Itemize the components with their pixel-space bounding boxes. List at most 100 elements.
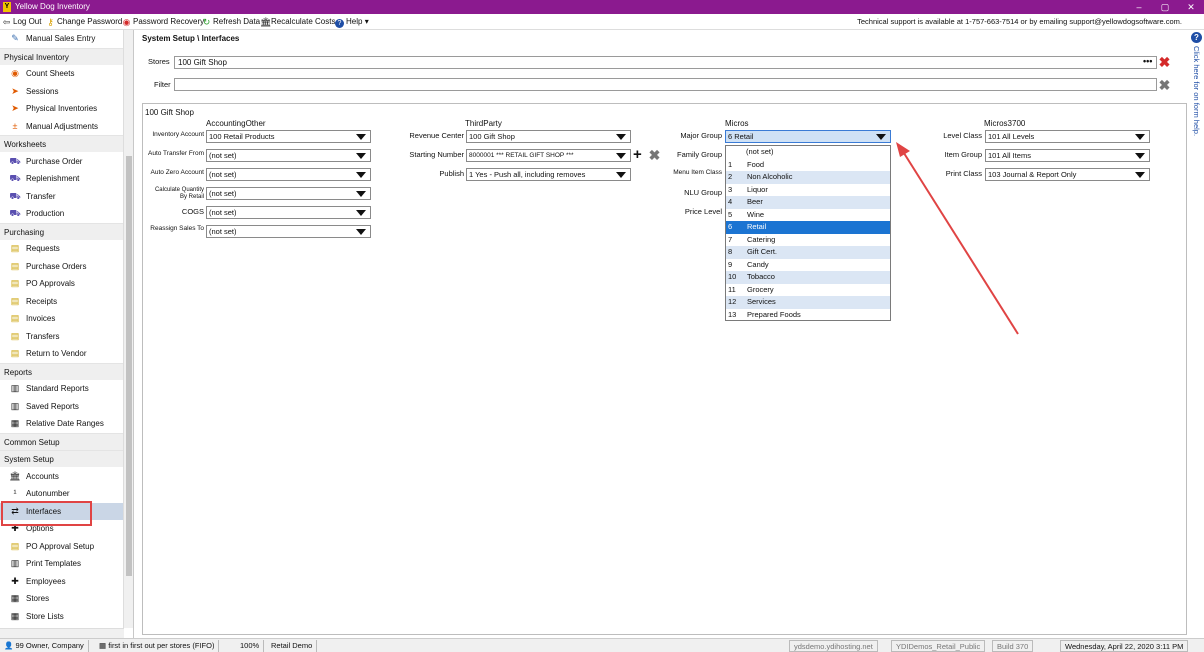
dropdown-option[interactable]: 13 Prepared Foods bbox=[726, 309, 890, 322]
remove-icon[interactable]: ✖ bbox=[648, 148, 661, 162]
sidebar-item-label: Production bbox=[26, 209, 65, 218]
sidebar-item-label: Store Lists bbox=[26, 611, 64, 621]
sidebar-item-return-to-vendor[interactable]: ▤ Return to Vendor bbox=[0, 345, 124, 362]
sidebar-item-print-templates[interactable]: ▥ Print Templates bbox=[0, 555, 124, 572]
sidebar-item-purchase-orders[interactable]: ▤ Purchase Orders bbox=[0, 258, 124, 275]
logout-button[interactable]: ⇦ Log Out bbox=[2, 16, 42, 28]
sidebar-scroll-thumb[interactable] bbox=[126, 156, 132, 576]
option-number: 7 bbox=[728, 234, 733, 244]
family-group-label: Family Group bbox=[676, 150, 722, 159]
sidebar-section-purchasing[interactable]: Purchasing bbox=[0, 222, 124, 240]
sidebar-item-standard-reports[interactable]: ▥ Standard Reports bbox=[0, 380, 124, 397]
chevron-down-icon bbox=[1135, 134, 1145, 140]
help-menu-button[interactable]: ? Help ▾ bbox=[335, 16, 369, 28]
sidebar-item-transfer[interactable]: ⛟ Transfer bbox=[0, 188, 124, 205]
close-window-button[interactable]: ✕ bbox=[1178, 0, 1204, 14]
sidebar-item-sessions[interactable]: ➤ Sessions bbox=[0, 83, 124, 100]
sidebar-section-physical-inventory[interactable]: Physical Inventory bbox=[0, 47, 124, 65]
sidebar-item-po-approval-setup[interactable]: ▤ PO Approval Setup bbox=[0, 538, 124, 555]
calc-quantity-select[interactable]: (not set) bbox=[206, 187, 371, 200]
publish-select[interactable]: 1 Yes - Push all, including removes bbox=[466, 168, 631, 181]
sidebar-item-relative-date-ranges[interactable]: ▦ Relative Date Ranges bbox=[0, 415, 124, 432]
dropdown-option[interactable]: 2 Non Alcoholic bbox=[726, 171, 890, 184]
sidebar-item-accounts[interactable]: 🏛 Accounts bbox=[0, 468, 124, 485]
sidebar-item-manual-sales-entry[interactable]: ✎ Manual Sales Entry bbox=[0, 30, 124, 47]
filter-field[interactable] bbox=[174, 78, 1157, 91]
filter-label: Filter bbox=[154, 80, 171, 89]
sidebar-item-purchase-order[interactable]: ⛟ Purchase Order bbox=[0, 153, 124, 170]
sidebar-horizontal-scrollbar[interactable] bbox=[0, 628, 124, 638]
dropdown-option[interactable]: 6 Retail bbox=[726, 221, 890, 234]
chevron-down-icon bbox=[1135, 172, 1145, 178]
auto-transfer-select[interactable]: (not set) bbox=[206, 149, 371, 162]
sidebar-item-replenishment[interactable]: ⛟ Replenishment bbox=[0, 170, 124, 187]
sidebar-item-label: Receipts bbox=[26, 296, 58, 306]
sidebar-item-label: Autonumber bbox=[26, 489, 70, 498]
password-recovery-button[interactable]: ◉ Password Recovery bbox=[122, 16, 205, 28]
clear-stores-icon[interactable]: ✖ bbox=[1158, 55, 1171, 69]
starting-number-label: Starting Number bbox=[409, 150, 464, 159]
sidebar-item-autonumber[interactable]: ¹ Autonumber bbox=[0, 485, 124, 502]
clear-filter-icon[interactable]: ✖ bbox=[1158, 78, 1171, 92]
sidebar-item-employees[interactable]: ✚ Employees bbox=[0, 573, 124, 590]
dropdown-option[interactable]: 8 Gift Cert. bbox=[726, 246, 890, 259]
minimize-button[interactable]: – bbox=[1126, 0, 1152, 14]
sidebar-item-label: PO Approvals bbox=[26, 279, 75, 288]
support-text: Technical support is available at 1-757-… bbox=[857, 17, 1182, 26]
status-database: Retail Demo bbox=[267, 640, 318, 652]
dropdown-option[interactable]: 5 Wine bbox=[726, 209, 890, 222]
maximize-button[interactable]: ▢ bbox=[1152, 0, 1178, 14]
status-instance: YDIDemos_Retail_Public bbox=[891, 640, 986, 652]
sidebar-item-stores[interactable]: ▦ Stores bbox=[0, 590, 124, 607]
sidebar-item-manual-adjustments[interactable]: ± Manual Adjustments bbox=[0, 118, 124, 135]
sidebar-item-po-approvals[interactable]: ▤ PO Approvals bbox=[0, 275, 124, 292]
dropdown-option[interactable]: 7 Catering bbox=[726, 234, 890, 247]
sidebar-item-label: Replenishment bbox=[26, 174, 80, 183]
dropdown-option[interactable]: 11 Grocery bbox=[726, 284, 890, 297]
form-help-strip[interactable]: ? Click here for on form help. bbox=[1189, 30, 1204, 638]
dropdown-option[interactable]: 12 Services bbox=[726, 296, 890, 309]
dropdown-option[interactable]: 1 Food bbox=[726, 159, 890, 172]
stores-field[interactable]: 100 Gift Shop bbox=[174, 56, 1157, 69]
sidebar-item-requests[interactable]: ▤ Requests bbox=[0, 240, 124, 257]
sidebar-item-receipts[interactable]: ▤ Receipts bbox=[0, 293, 124, 310]
sidebar-section-reports[interactable]: Reports bbox=[0, 362, 124, 380]
reassign-sales-select[interactable]: (not set) bbox=[206, 225, 371, 238]
major-group-select[interactable]: 6 Retail bbox=[725, 130, 891, 143]
dropdown-option[interactable]: 9 Candy bbox=[726, 259, 890, 272]
dropdown-option[interactable]: 3 Liquor bbox=[726, 184, 890, 197]
sidebar-section-common-setup[interactable]: Common Setup bbox=[0, 432, 124, 450]
inventory-account-label: Inventory Account bbox=[152, 131, 204, 138]
dropdown-option[interactable]: 4 Beer bbox=[726, 196, 890, 209]
inventory-account-select[interactable]: 100 Retail Products bbox=[206, 130, 371, 143]
bank-icon: 🏛 bbox=[9, 470, 21, 481]
sidebar-item-physical-inventories[interactable]: ➤ Physical Inventories bbox=[0, 100, 124, 117]
col-thirdparty-heading: ThirdParty bbox=[465, 119, 502, 128]
starting-number-select[interactable]: 8000001 *** RETAIL GIFT SHOP *** bbox=[466, 149, 631, 162]
sidebar-section-system-setup[interactable]: System Setup bbox=[0, 450, 124, 467]
sidebar-item-production[interactable]: ⛟ Production bbox=[0, 205, 124, 222]
refresh-data-button[interactable]: ↻ Refresh Data bbox=[202, 16, 260, 28]
sidebar-scrollbar[interactable] bbox=[123, 30, 133, 628]
recalculate-costs-button[interactable]: 🏛Recalculate Costs bbox=[260, 16, 335, 28]
sidebar-item-label: Relative Date Ranges bbox=[26, 419, 104, 428]
sidebar-item-count-sheets[interactable]: ◉ Count Sheets bbox=[0, 65, 124, 82]
auto-zero-select[interactable]: (not set) bbox=[206, 168, 371, 181]
sidebar-item-invoices[interactable]: ▤ Invoices bbox=[0, 310, 124, 327]
option-number: 8 bbox=[728, 247, 733, 256]
revenue-center-select[interactable]: 100 Gift Shop bbox=[466, 130, 631, 143]
ellipsis-button[interactable]: ••• bbox=[1143, 56, 1152, 66]
calendar-icon: ▦ bbox=[10, 418, 20, 428]
option-label: Services bbox=[747, 297, 776, 306]
sidebar-item-transfers[interactable]: ▤ Transfers bbox=[0, 328, 124, 345]
change-password-button[interactable]: ⚷ Change Password bbox=[46, 16, 122, 28]
sidebar-item-saved-reports[interactable]: ▥ Saved Reports bbox=[0, 398, 124, 415]
sidebar-section-worksheets[interactable]: Worksheets bbox=[0, 135, 124, 152]
sidebar-item-store-lists[interactable]: ▦ Store Lists bbox=[0, 608, 124, 625]
dropdown-option[interactable]: (not set) bbox=[726, 146, 890, 159]
cogs-select[interactable]: (not set) bbox=[206, 206, 371, 219]
add-icon[interactable]: + bbox=[633, 147, 642, 162]
dropdown-option[interactable]: 10 Tobacco bbox=[726, 271, 890, 284]
status-datetime: Wednesday, April 22, 2020 3:11 PM bbox=[1060, 640, 1189, 652]
chevron-down-icon bbox=[356, 210, 366, 216]
